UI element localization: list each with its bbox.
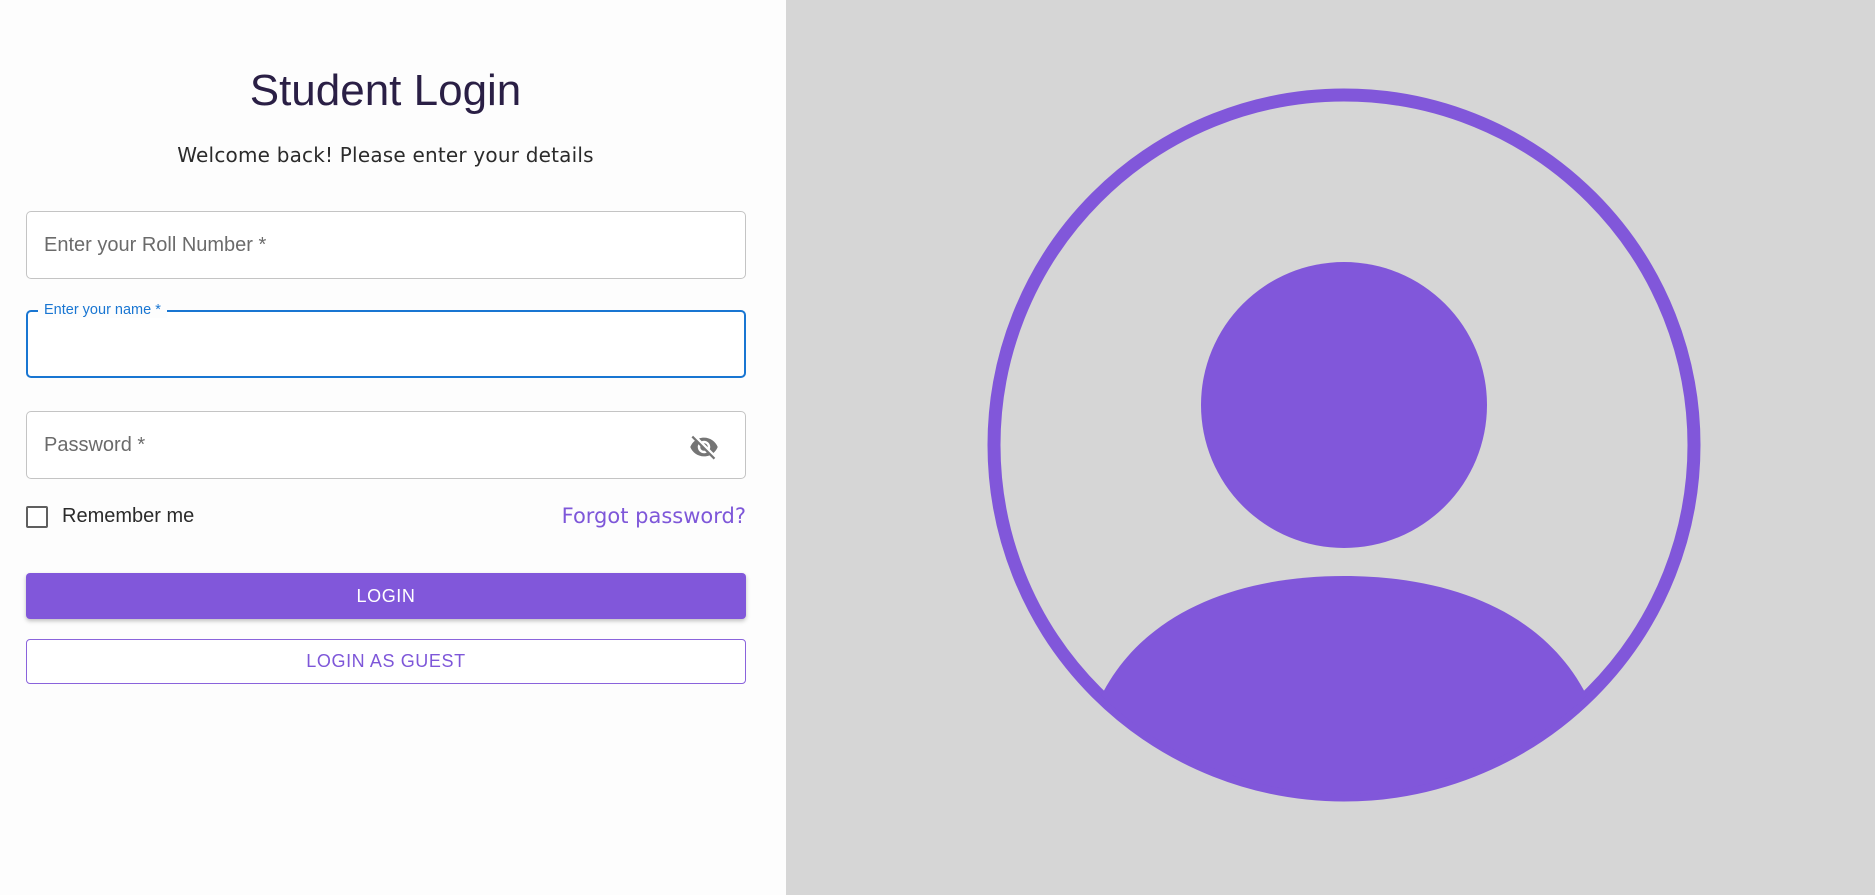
- login-button[interactable]: LOGIN: [26, 573, 746, 619]
- user-avatar-icon: [987, 88, 1701, 802]
- login-as-guest-button[interactable]: LOGIN AS GUEST: [26, 639, 746, 684]
- page-title: Student Login: [249, 66, 522, 115]
- name-input[interactable]: [44, 326, 728, 364]
- remember-me-checkbox[interactable]: [26, 505, 48, 528]
- name-field-label: Enter your name *: [38, 302, 167, 318]
- forgot-password-link[interactable]: Forgot password?: [562, 504, 746, 528]
- password-field[interactable]: Password *: [26, 411, 746, 479]
- remember-me-label: Remember me: [62, 505, 195, 527]
- roll-number-placeholder: Enter your Roll Number *: [44, 234, 267, 256]
- name-field[interactable]: Enter your name *: [26, 302, 746, 378]
- roll-number-field[interactable]: Enter your Roll Number *: [26, 211, 746, 279]
- password-placeholder: Password *: [44, 434, 146, 456]
- eye-off-icon[interactable]: [689, 432, 719, 462]
- remember-me[interactable]: Remember me: [26, 505, 194, 528]
- illustration-panel: [786, 0, 1875, 895]
- login-form-panel: Student Login Welcome back! Please enter…: [0, 0, 786, 895]
- login-page: Student Login Welcome back! Please enter…: [0, 0, 1875, 895]
- page-subtitle: Welcome back! Please enter your details: [177, 143, 594, 167]
